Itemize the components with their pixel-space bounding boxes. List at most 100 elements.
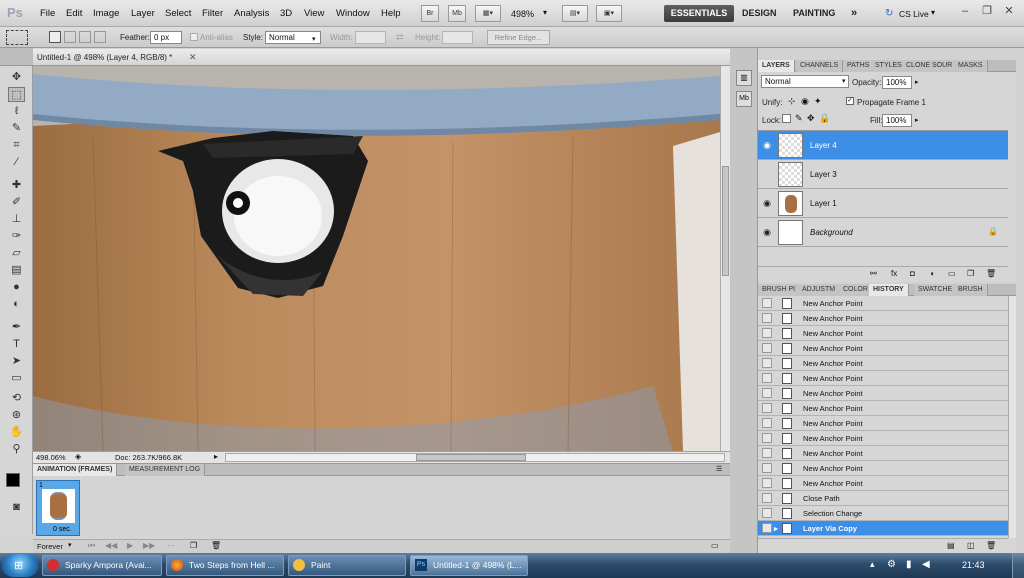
- move-tool-icon[interactable]: ✥: [8, 70, 25, 85]
- layer-row-layer-3[interactable]: Layer 3: [758, 160, 1008, 189]
- link-layers-icon[interactable]: ⚯: [870, 269, 877, 278]
- marquee-tool-preset-icon[interactable]: [6, 30, 28, 45]
- tab-paths[interactable]: PATHS: [843, 60, 875, 72]
- history-brush-source-checkbox[interactable]: [762, 313, 772, 323]
- visibility-eye-icon[interactable]: ◉: [761, 226, 773, 238]
- scrollbar-thumb[interactable]: [722, 166, 729, 276]
- opacity-input[interactable]: 100%: [882, 76, 912, 89]
- history-state-row[interactable]: New Anchor Point: [758, 296, 1008, 311]
- eraser-tool-icon[interactable]: ▱: [8, 246, 25, 261]
- history-state-row[interactable]: New Anchor Point: [758, 446, 1008, 461]
- loop-dropdown-icon[interactable]: ▾: [68, 541, 72, 549]
- tab-channels[interactable]: CHANNELS: [796, 60, 844, 72]
- close-icon[interactable]: ✕: [1000, 4, 1018, 19]
- menu-image[interactable]: Image: [93, 8, 119, 19]
- layer-row-layer-1[interactable]: ◉ Layer 1: [758, 189, 1008, 218]
- cs-live-button[interactable]: CS Live: [899, 9, 929, 19]
- fill-slider-icon[interactable]: ▸: [915, 116, 919, 124]
- first-frame-icon[interactable]: ⏮: [88, 541, 95, 551]
- start-button[interactable]: ⊞: [2, 554, 38, 577]
- mini-bridge-button[interactable]: Mb: [448, 5, 466, 22]
- loop-select[interactable]: Forever: [37, 542, 63, 551]
- layer-row-layer-4[interactable]: ◉ Layer 4: [758, 131, 1008, 160]
- brush-tool-icon[interactable]: ✐: [8, 195, 25, 210]
- document-tab[interactable]: Untitled-1 @ 498% (Layer 4, RGB/8) * ✕: [33, 49, 730, 66]
- history-brush-source-checkbox[interactable]: [762, 358, 772, 368]
- history-brush-tool-icon[interactable]: ✑: [8, 229, 25, 244]
- layer-style-icon[interactable]: fx: [891, 269, 897, 278]
- spot-healing-tool-icon[interactable]: ✚: [8, 178, 25, 193]
- blend-mode-dropdown-icon[interactable]: ▾: [842, 77, 846, 85]
- 3d-orbit-tool-icon[interactable]: ⊛: [8, 408, 25, 423]
- new-selection-icon[interactable]: [49, 31, 61, 43]
- history-brush-source-checkbox[interactable]: [762, 388, 772, 398]
- swap-dimensions-icon[interactable]: ⇄: [396, 32, 404, 43]
- tab-measurement-log[interactable]: MEASUREMENT LOG: [125, 464, 206, 476]
- unify-style-icon[interactable]: ✦: [814, 96, 822, 107]
- task-two-steps-from-hell[interactable]: Two Steps from Hell ...: [166, 555, 284, 576]
- rectangular-marquee-tool-icon[interactable]: ⬚: [8, 87, 25, 102]
- play-icon[interactable]: ▶: [127, 541, 133, 550]
- workspace-design[interactable]: DESIGN: [742, 5, 777, 22]
- lock-transparent-icon[interactable]: [782, 114, 791, 123]
- rectangle-shape-tool-icon[interactable]: ▭: [8, 371, 25, 386]
- volume-tray-icon[interactable]: ◀: [922, 559, 930, 570]
- new-document-from-state-icon[interactable]: ▤: [947, 541, 955, 550]
- visibility-empty-icon[interactable]: [761, 168, 773, 180]
- foreground-color-swatch[interactable]: [6, 473, 20, 487]
- history-state-row[interactable]: New Anchor Point: [758, 476, 1008, 491]
- history-state-row[interactable]: New Anchor Point: [758, 461, 1008, 476]
- history-brush-source-checkbox[interactable]: [762, 433, 772, 443]
- antialias-checkbox[interactable]: [190, 33, 198, 41]
- tab-swatches[interactable]: SWATCHE: [914, 284, 958, 296]
- lock-all-icon[interactable]: 🔒: [819, 113, 830, 124]
- 3d-rotate-tool-icon[interactable]: ⟲: [8, 391, 25, 406]
- lock-pixels-icon[interactable]: ✎: [795, 113, 803, 124]
- menu-file[interactable]: File: [40, 8, 55, 19]
- history-brush-source-checkbox[interactable]: [762, 373, 772, 383]
- tab-history[interactable]: HISTORY: [869, 284, 909, 296]
- restore-icon[interactable]: ❐: [978, 4, 996, 19]
- status-menu-icon[interactable]: ▸: [214, 452, 218, 461]
- image-canvas[interactable]: [33, 66, 720, 451]
- zoom-level[interactable]: 498%: [511, 9, 534, 19]
- menu-3d[interactable]: 3D: [280, 8, 292, 19]
- eyedropper-tool-icon[interactable]: ⁄: [8, 155, 25, 170]
- dodge-tool-icon[interactable]: ◐: [8, 297, 25, 312]
- delete-frame-icon[interactable]: 🗑: [211, 541, 221, 550]
- tab-brush[interactable]: BRUSH: [954, 284, 988, 296]
- new-snapshot-icon[interactable]: ◫: [967, 541, 975, 550]
- delete-state-icon[interactable]: 🗑: [986, 541, 996, 550]
- history-brush-source-checkbox[interactable]: [762, 523, 772, 533]
- menu-edit[interactable]: Edit: [66, 8, 82, 19]
- tween-icon[interactable]: ⋯: [167, 541, 175, 550]
- scrollbar-thumb[interactable]: [416, 454, 526, 461]
- subtract-selection-icon[interactable]: [79, 31, 91, 43]
- menu-layer[interactable]: Layer: [131, 8, 155, 19]
- menu-help[interactable]: Help: [381, 8, 401, 19]
- history-brush-source-checkbox[interactable]: [762, 328, 772, 338]
- tab-layers[interactable]: LAYERS: [758, 60, 795, 72]
- history-brush-source-checkbox[interactable]: [762, 418, 772, 428]
- zoom-tool-icon[interactable]: ⚲: [8, 442, 25, 457]
- task-sparky-ampora[interactable]: Sparky Ampora (Avai...: [42, 555, 162, 576]
- history-state-row[interactable]: New Anchor Point: [758, 311, 1008, 326]
- fill-input[interactable]: 100%: [882, 114, 912, 127]
- history-brush-source-checkbox[interactable]: [762, 343, 772, 353]
- history-brush-source-checkbox[interactable]: [762, 298, 772, 308]
- layer-mask-icon[interactable]: ◘: [910, 269, 915, 278]
- history-state-row[interactable]: New Anchor Point: [758, 416, 1008, 431]
- menu-filter[interactable]: Filter: [202, 8, 223, 19]
- more-workspaces-button[interactable]: »: [851, 5, 857, 22]
- menu-analysis[interactable]: Analysis: [234, 8, 269, 19]
- menu-select[interactable]: Select: [165, 8, 191, 19]
- timeline-toggle-icon[interactable]: ▭: [711, 541, 719, 550]
- lasso-tool-icon[interactable]: ℓ: [8, 104, 25, 119]
- clock[interactable]: 21:43: [962, 560, 985, 570]
- history-state-row[interactable]: New Anchor Point: [758, 341, 1008, 356]
- screen-mode-button[interactable]: ▣▾: [596, 5, 622, 22]
- history-brush-source-checkbox[interactable]: [762, 493, 772, 503]
- add-to-selection-icon[interactable]: [64, 31, 76, 43]
- history-brush-source-checkbox[interactable]: [762, 403, 772, 413]
- task-paint[interactable]: Paint: [288, 555, 406, 576]
